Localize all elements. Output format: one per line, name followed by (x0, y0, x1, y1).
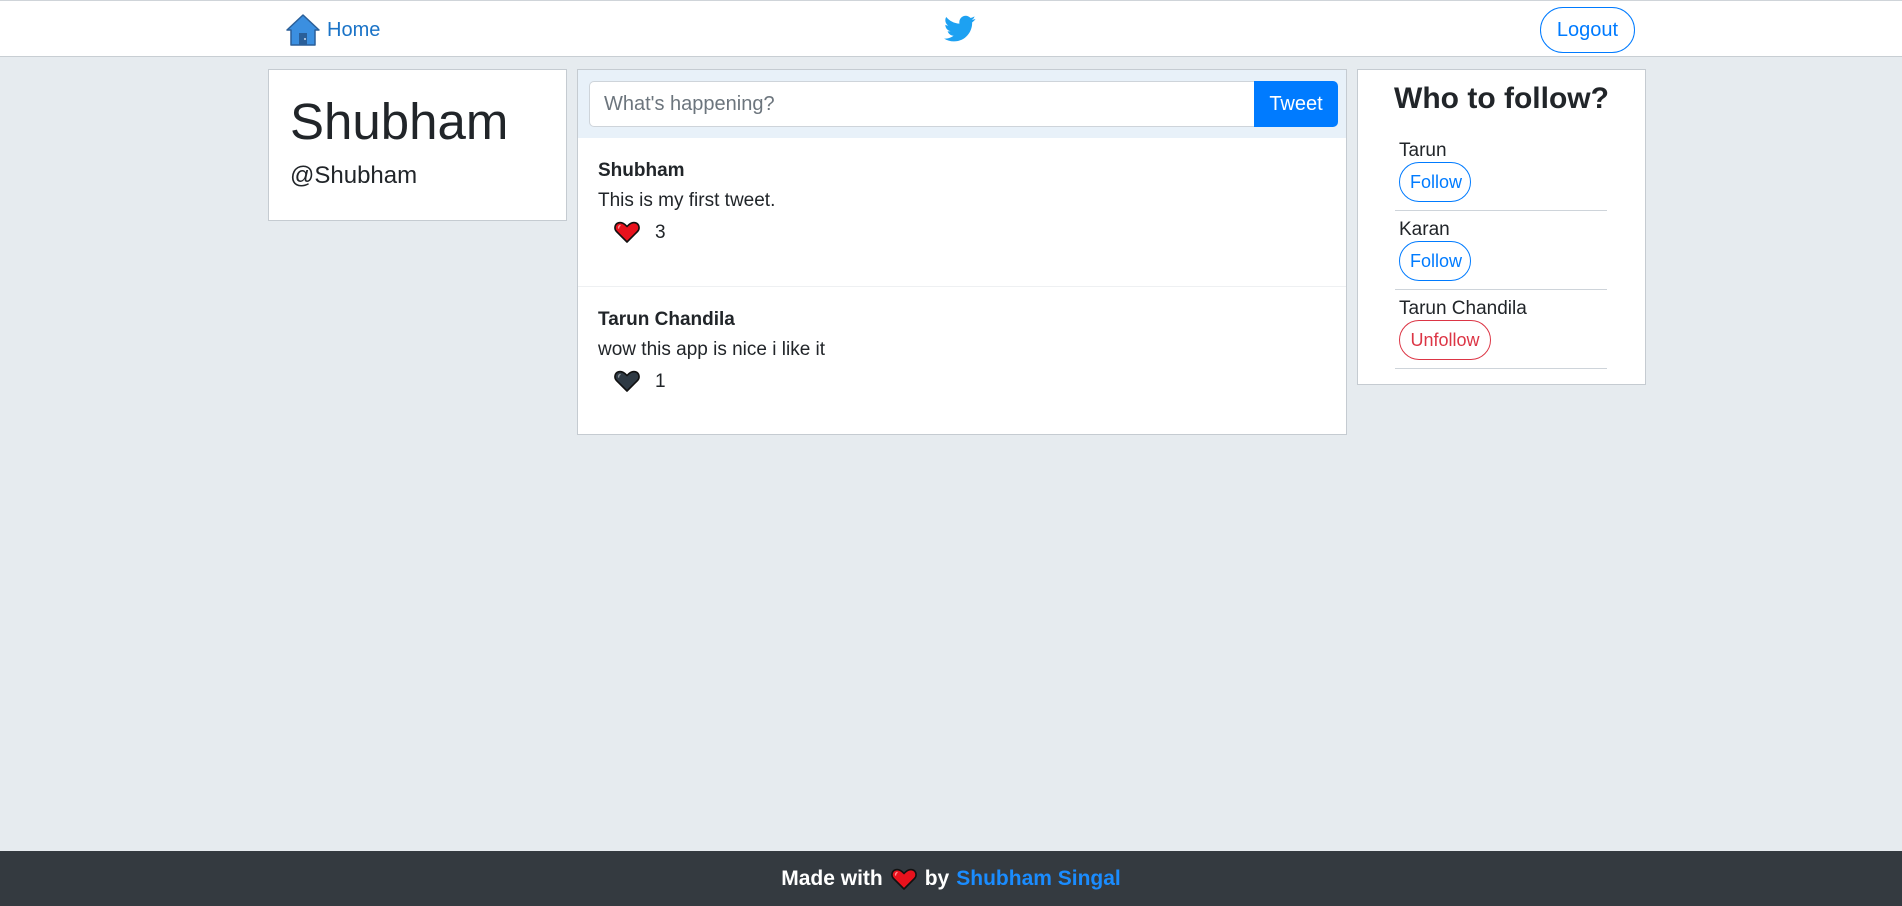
unfollow-button[interactable]: Unfollow (1399, 320, 1491, 360)
heart-outline-icon (614, 370, 640, 392)
follow-suggestion: Karan Follow (1395, 211, 1607, 290)
follow-button[interactable]: Follow (1399, 162, 1471, 202)
tweet-text: wow this app is nice i like it (598, 339, 826, 360)
tweet-input[interactable] (589, 81, 1264, 127)
tweet-button[interactable]: Tweet (1254, 81, 1338, 127)
follow-suggestion: Tarun Follow (1395, 132, 1607, 211)
footer: Made with by Shubham Singal (0, 851, 1902, 906)
top-navbar: Home Logout (0, 0, 1902, 57)
follow-user-name: Karan (1399, 219, 1450, 240)
footer-by: by (924, 866, 950, 890)
heart-filled-icon (614, 221, 640, 243)
follow-user-name: Tarun (1399, 140, 1447, 161)
profile-card: Shubham @Shubham (268, 69, 567, 221)
follow-user-name: Tarun Chandila (1399, 298, 1527, 319)
tweet-author: Tarun Chandila (598, 309, 735, 330)
footer-made-with: Made with (781, 866, 883, 890)
follow-button[interactable]: Follow (1399, 241, 1471, 281)
home-label: Home (327, 18, 381, 41)
like-count: 1 (655, 371, 666, 392)
profile-handle: @Shubham (290, 162, 418, 189)
tweet-feed: Tweet Shubham This is my first tweet. 3 … (577, 69, 1347, 435)
twitter-bird-icon[interactable] (944, 15, 976, 43)
follow-suggestion: Tarun Chandila Unfollow (1395, 290, 1607, 369)
like-button[interactable] (614, 369, 640, 393)
tweet-item: Shubham This is my first tweet. 3 (578, 138, 1346, 286)
logout-button[interactable]: Logout (1540, 7, 1635, 53)
heart-icon (890, 868, 917, 890)
house-icon (286, 14, 320, 46)
who-to-follow-card: Who to follow? Tarun Follow Karan Follow… (1357, 69, 1646, 385)
like-count: 3 (655, 222, 666, 243)
like-button[interactable] (614, 220, 640, 244)
tweet-author: Shubham (598, 160, 685, 181)
compose-tweet-form: Tweet (578, 70, 1346, 138)
profile-name: Shubham (290, 93, 509, 150)
author-link[interactable]: Shubham Singal (956, 867, 1121, 891)
home-link[interactable]: Home (285, 13, 380, 47)
tweet-item: Tarun Chandila wow this app is nice i li… (578, 287, 1346, 435)
who-to-follow-title: Who to follow? (1394, 82, 1609, 115)
tweet-text: This is my first tweet. (598, 190, 776, 211)
